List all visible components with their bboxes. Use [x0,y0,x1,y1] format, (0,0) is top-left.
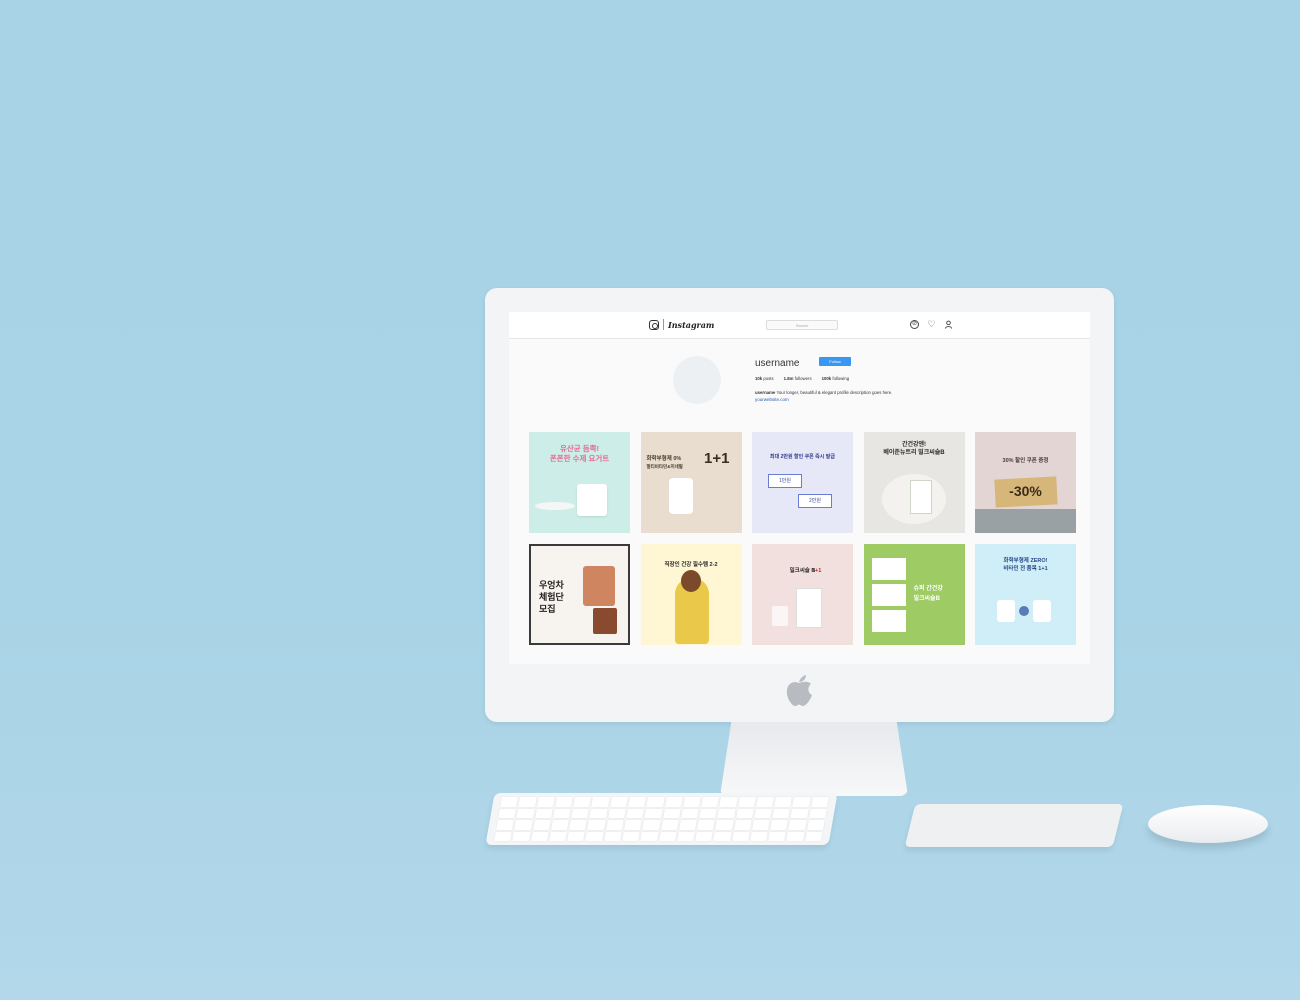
profile-stats: 10k posts 1.8m followers 100k following [755,376,849,381]
coupon-1: 1만원 [768,474,802,488]
follow-button[interactable]: Follow [819,357,851,366]
profile-website-link[interactable]: yourwebsite.com [755,397,789,402]
product-bottle-left [997,600,1015,622]
logo-divider [663,319,664,330]
heart-icon[interactable]: ♡ [927,320,936,329]
tea-glass-image [583,566,615,606]
imac-monitor: Instagram Search ⊘ ♡ username Follow 10k… [485,288,1114,722]
ig-top-bar: Instagram Search ⊘ ♡ [509,312,1090,339]
post-tile[interactable]: 유산균 듬뿍! 폰폰한 수제 요거트 [529,432,630,533]
post-tile[interactable]: 슈퍼 간건강 밀크씨슬B [863,544,965,645]
profile-bio: username Your longer, beautiful & elegan… [755,390,893,395]
post-grid: 유산균 듬뿍! 폰폰한 수제 요거트 화학부형제 0% 멀티비타민&미네랄 1+… [529,432,1076,645]
plus-icon [1019,606,1029,616]
product-image [577,484,607,516]
profile-header: username Follow 10k posts 1.8m followers… [509,339,1090,429]
keyboard [485,793,838,845]
post-tile[interactable]: 밀크씨슬 B 1+1 [752,544,853,645]
floor-band [975,509,1076,533]
post-tile[interactable]: 화학부형제 ZERO! 비타민 전 품목 1+1 [975,544,1076,645]
monitor-stand [720,722,908,796]
post-tile[interactable]: 화학부형제 0% 멀티비타민&미네랄 1+1 [640,432,742,533]
trackpad [904,804,1124,847]
ig-wordmark: Instagram [668,319,715,330]
tea-pack-image [593,608,617,634]
product-bottle [668,478,693,514]
woman-head [680,570,701,592]
glass-image [772,606,788,626]
instagram-screen: Instagram Search ⊘ ♡ username Follow 10k… [509,312,1090,664]
post-tile[interactable]: 직장인 건강 필수템 2-2 [640,544,742,645]
post-tile[interactable]: 간건강엔! 베이준뉴트리 밀크씨슬B [863,432,965,533]
camera-icon [649,319,659,330]
product-bottle-right [1033,600,1051,622]
profile-username: username [755,358,800,369]
posts-stat: 10k posts [755,376,774,381]
user-icon[interactable] [944,320,953,329]
avatar[interactable] [673,356,721,404]
followers-stat[interactable]: 1.8m followers [784,376,812,381]
mouse [1148,805,1268,843]
post-tile[interactable]: 30% 할인 쿠폰 증정 -30% [975,432,1076,533]
apple-logo-icon [786,675,812,706]
product-box [796,588,822,628]
following-stat[interactable]: 100k following [822,376,850,381]
compass-icon[interactable]: ⊘ [910,320,919,329]
product-boxes [871,558,906,636]
ig-logo[interactable]: Instagram [649,319,714,330]
search-input[interactable]: Search [766,320,838,330]
post-tile[interactable]: 최대 2만원 할인 쿠폰 즉시 발급 1만원 2만원 [752,432,853,533]
coupon-2: 2만원 [798,494,832,508]
product-box [909,480,932,514]
spoon-image [535,502,575,510]
post-tile[interactable]: 우엉차 체험단 모집 [529,544,630,645]
